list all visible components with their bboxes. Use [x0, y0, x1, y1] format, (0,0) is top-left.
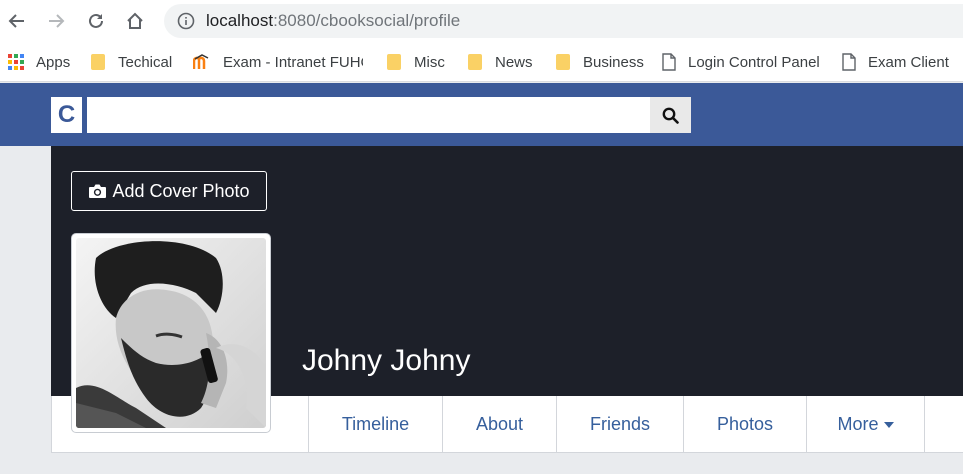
home-button[interactable] [122, 8, 148, 34]
bookmark-label: Login Control Panel [688, 53, 820, 71]
reload-icon [89, 13, 103, 28]
address-bar[interactable]: localhost:8080/cbooksocial/profile [164, 4, 963, 38]
apps-grid-icon [8, 54, 24, 70]
bookmark-misc[interactable]: Misc [386, 51, 445, 73]
tab-photos[interactable]: Photos [683, 396, 806, 453]
search-input[interactable] [87, 97, 650, 133]
url-text: localhost:8080/cbooksocial/profile [206, 11, 460, 31]
tab-about[interactable]: About [442, 396, 556, 453]
tab-friends[interactable]: Friends [556, 396, 683, 453]
forward-button[interactable] [43, 8, 69, 34]
browser-toolbar: localhost:8080/cbooksocial/profile [0, 0, 963, 42]
tab-more[interactable]: More [806, 396, 925, 453]
bookmark-business[interactable]: Business [555, 51, 644, 73]
home-icon [127, 12, 143, 29]
page-icon [842, 53, 856, 71]
add-cover-photo-label: Add Cover Photo [112, 180, 250, 201]
bookmark-label: Exam - Intranet FUHC [223, 53, 363, 71]
tab-label: More [837, 414, 879, 434]
info-icon [177, 12, 195, 30]
bookmark-news[interactable]: News [467, 51, 533, 73]
arrow-left-icon [8, 14, 24, 28]
bookmark-exam-intranet[interactable]: Exam - Intranet FUHC [193, 51, 363, 73]
bookmark-label: Apps [36, 53, 71, 71]
folder-icon [468, 54, 482, 70]
bookmark-label: News [495, 53, 533, 71]
folder-icon [91, 54, 105, 70]
tab-label: Photos [716, 414, 774, 434]
url-host: localhost [206, 11, 274, 30]
folder-icon [387, 54, 401, 70]
page-icon [662, 53, 676, 71]
bookmark-label: Business [583, 53, 644, 71]
tab-label: Friends [589, 414, 651, 434]
camera-icon [89, 184, 107, 198]
tab-label: About [475, 414, 524, 434]
site-header: C [0, 83, 963, 146]
bookmark-label: Misc [414, 53, 445, 71]
bookmark-apps[interactable]: Apps [8, 51, 70, 73]
bookmark-login-control-panel[interactable]: Login Control Panel [662, 51, 820, 73]
avatar-photo-icon [76, 238, 266, 428]
profile-name: Johny Johny [302, 344, 471, 377]
bookmark-label: Techical [118, 53, 173, 71]
caret-down-icon [883, 421, 894, 428]
profile-picture [76, 238, 266, 428]
bookmark-techical[interactable]: Techical [90, 51, 172, 73]
back-button[interactable] [4, 8, 30, 34]
bookmark-exam-client[interactable]: Exam Client [842, 51, 949, 73]
bookmark-label: Exam Client [868, 53, 949, 71]
folder-icon [556, 54, 570, 70]
moodle-icon [193, 54, 209, 69]
add-cover-photo-button[interactable]: Add Cover Photo [71, 171, 267, 211]
tab-timeline[interactable]: Timeline [308, 396, 442, 453]
tab-label: Timeline [341, 414, 410, 434]
reload-button[interactable] [83, 8, 109, 34]
site-logo[interactable]: C [51, 97, 82, 133]
url-path: :8080/cbooksocial/profile [273, 11, 461, 30]
search-button[interactable] [650, 97, 691, 133]
profile-picture-frame[interactable] [71, 233, 271, 433]
bookmarks-bar: Apps Techical Exam - Intranet FUHC Misc … [0, 42, 963, 82]
arrow-right-icon [49, 14, 65, 28]
search-icon [662, 107, 679, 124]
